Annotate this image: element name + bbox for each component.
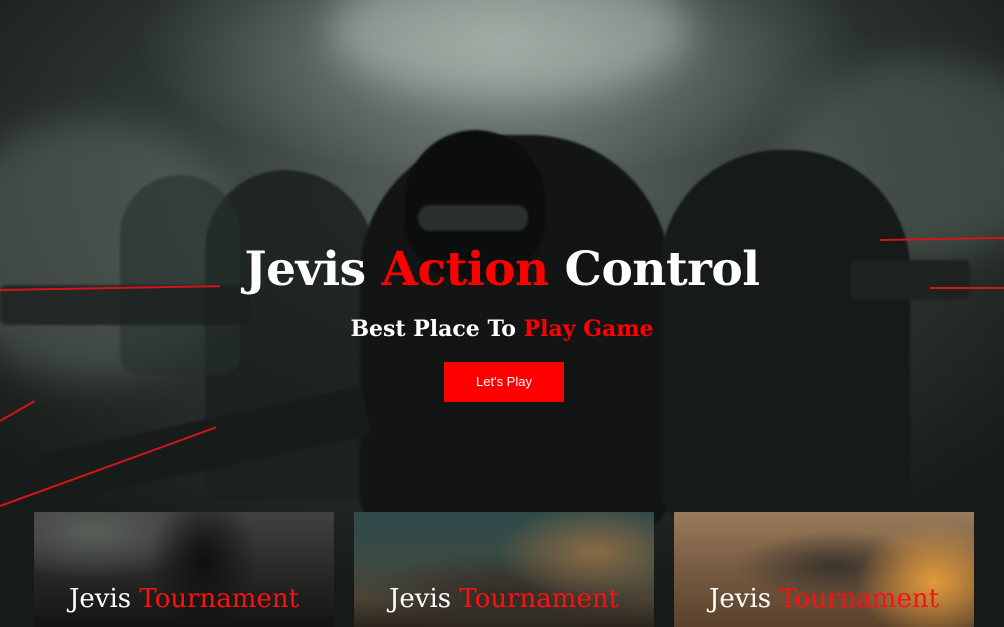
tournament-title-3: Jevis Tournament xyxy=(674,584,974,614)
lets-play-button[interactable]: Let's Play xyxy=(444,362,564,402)
tournament-card-1[interactable]: Jevis Tournament xyxy=(34,512,334,627)
tournament-accent: Tournament xyxy=(459,584,620,614)
tournament-card-2[interactable]: Jevis Tournament xyxy=(354,512,654,627)
tournament-name: Jevis xyxy=(388,584,460,614)
hero-section: Jevis Action Control Best Place To Play … xyxy=(0,0,1004,627)
hero-title-part1: Jevis xyxy=(244,242,382,297)
tournament-accent: Tournament xyxy=(779,584,940,614)
tournament-title-1: Jevis Tournament xyxy=(34,584,334,614)
hero-title-accent: Action xyxy=(381,242,550,297)
tournament-name: Jevis xyxy=(68,584,140,614)
fog-glow xyxy=(330,0,690,100)
hero-title-part2: Control xyxy=(548,242,761,297)
tournament-name: Jevis xyxy=(708,584,780,614)
hero-title: Jevis Action Control xyxy=(0,240,1004,300)
tournament-accent: Tournament xyxy=(139,584,300,614)
hero-subtitle: Best Place To Play Game xyxy=(0,313,1004,345)
laser-streak xyxy=(0,400,36,422)
soldier-goggles-center xyxy=(418,205,528,231)
tournament-title-2: Jevis Tournament xyxy=(354,584,654,614)
hero-subtitle-accent: Play Game xyxy=(523,316,654,342)
hero-subtitle-part1: Best Place To xyxy=(350,316,524,342)
tournament-card-3[interactable]: Jevis Tournament xyxy=(674,512,974,627)
